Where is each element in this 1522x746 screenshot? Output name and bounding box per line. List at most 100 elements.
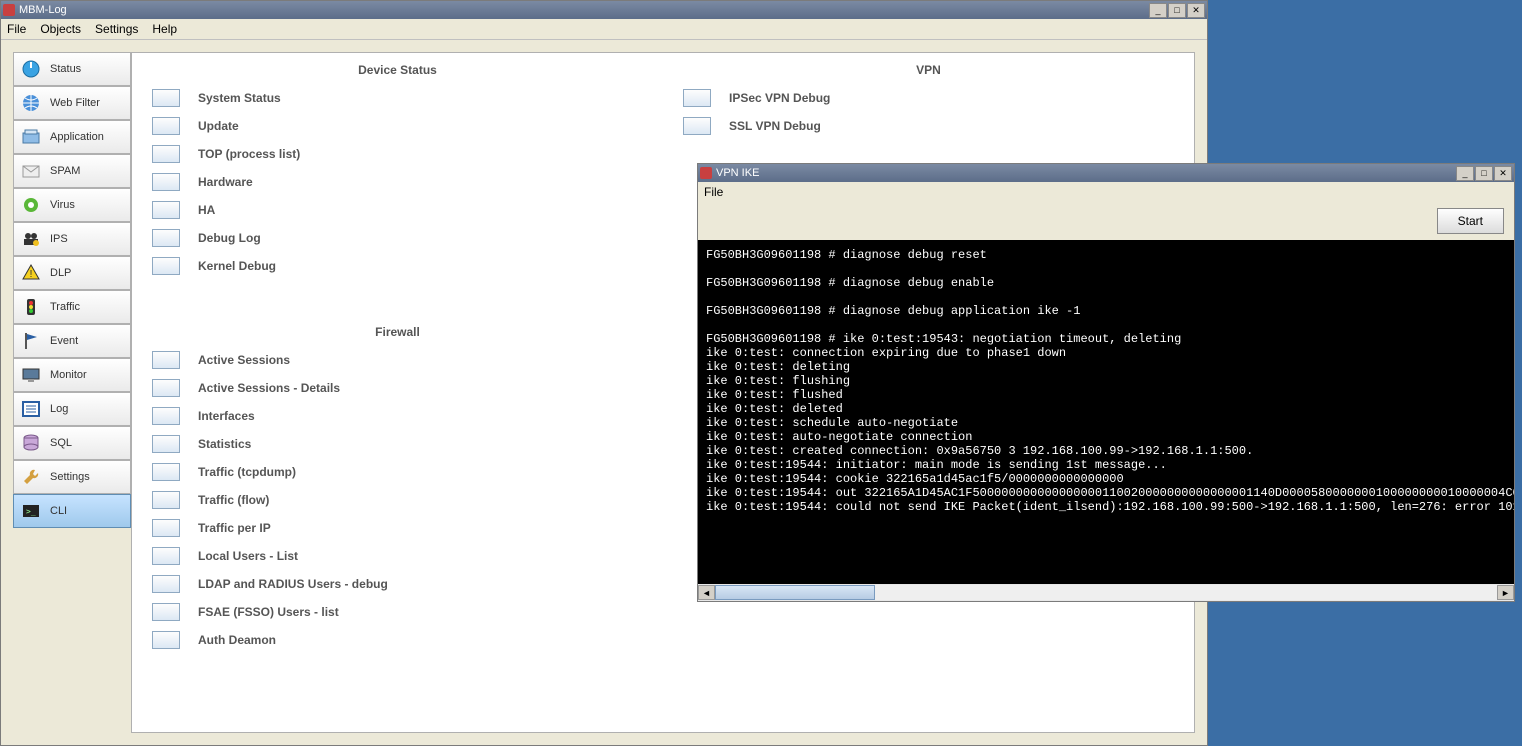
firewall-checkbox[interactable]: [152, 407, 180, 425]
sidebar-item-traffic[interactable]: Traffic: [13, 290, 131, 324]
device-status-checkbox[interactable]: [152, 117, 180, 135]
firewall-checkbox[interactable]: [152, 435, 180, 453]
sidebar-item-log[interactable]: Log: [13, 392, 131, 426]
vpn-checkbox[interactable]: [683, 89, 711, 107]
sidebar-item-settings[interactable]: Settings: [13, 460, 131, 494]
sidebar-item-status[interactable]: Status: [13, 52, 131, 86]
firewall-checkbox[interactable]: [152, 379, 180, 397]
firewall-checkbox[interactable]: [152, 575, 180, 593]
device-status-row: Kernel Debug: [152, 257, 643, 275]
firewall-label: FSAE (FSSO) Users - list: [198, 605, 339, 619]
vpn-titlebar[interactable]: VPN IKE _ □ ✕: [698, 164, 1514, 182]
device-status-label: HA: [198, 203, 215, 217]
sidebar-item-label: CLI: [50, 505, 67, 517]
firewall-row: Auth Deamon: [152, 631, 643, 649]
globe-icon: [20, 92, 42, 114]
scroll-track[interactable]: [715, 585, 1497, 600]
sidebar-item-virus[interactable]: Virus: [13, 188, 131, 222]
vpn-maximize-button[interactable]: □: [1475, 166, 1493, 181]
vpn-minimize-button[interactable]: _: [1456, 166, 1474, 181]
app-icon: [20, 126, 42, 148]
close-button[interactable]: ✕: [1187, 3, 1205, 18]
power-icon: [20, 58, 42, 80]
sidebar-item-event[interactable]: Event: [13, 324, 131, 358]
scroll-thumb[interactable]: [715, 585, 875, 600]
vpn-label: IPSec VPN Debug: [729, 91, 830, 105]
vpn-ike-window: VPN IKE _ □ ✕ File Start FG50BH3G0960119…: [697, 163, 1515, 602]
app-icon: [3, 4, 15, 16]
sidebar-item-monitor[interactable]: Monitor: [13, 358, 131, 392]
vpn-toolbar: Start: [698, 202, 1514, 240]
firewall-row: Interfaces: [152, 407, 643, 425]
vpn-row: IPSec VPN Debug: [683, 89, 1174, 107]
maximize-button[interactable]: □: [1168, 3, 1186, 18]
flag-icon: [20, 330, 42, 352]
device-status-row: HA: [152, 201, 643, 219]
firewall-row: Active Sessions: [152, 351, 643, 369]
vpn-close-button[interactable]: ✕: [1494, 166, 1512, 181]
firewall-checkbox[interactable]: [152, 463, 180, 481]
device-status-row: TOP (process list): [152, 145, 643, 163]
firewall-label: Traffic (flow): [198, 493, 269, 507]
firewall-label: Active Sessions - Details: [198, 381, 340, 395]
firewall-label: Interfaces: [198, 409, 255, 423]
horizontal-scrollbar[interactable]: ◄ ►: [698, 584, 1514, 601]
device-status-checkbox[interactable]: [152, 257, 180, 275]
menu-file[interactable]: File: [7, 22, 26, 36]
firewall-label: Auth Deamon: [198, 633, 276, 647]
gear-icon: [20, 194, 42, 216]
list-icon: [20, 398, 42, 420]
device-status-title: Device Status: [152, 63, 643, 77]
firewall-label: Traffic (tcpdump): [198, 465, 296, 479]
sidebar-item-label: SPAM: [50, 165, 80, 177]
start-button[interactable]: Start: [1437, 208, 1504, 234]
sidebar-item-label: Virus: [50, 199, 75, 211]
window-title: MBM-Log: [19, 4, 1144, 16]
sidebar-item-spam[interactable]: SPAM: [13, 154, 131, 188]
sidebar-item-dlp[interactable]: !DLP: [13, 256, 131, 290]
scroll-left-button[interactable]: ◄: [698, 585, 715, 600]
firewall-checkbox[interactable]: [152, 519, 180, 537]
envelope-icon: [20, 160, 42, 182]
sidebar-item-label: IPS: [50, 233, 68, 245]
sidebar-item-label: Event: [50, 335, 78, 347]
firewall-row: LDAP and RADIUS Users - debug: [152, 575, 643, 593]
scroll-right-button[interactable]: ►: [1497, 585, 1514, 600]
sidebar-item-label: DLP: [50, 267, 71, 279]
sidebar-item-web-filter[interactable]: Web Filter: [13, 86, 131, 120]
device-status-checkbox[interactable]: [152, 145, 180, 163]
firewall-checkbox[interactable]: [152, 603, 180, 621]
device-status-label: TOP (process list): [198, 147, 300, 161]
sidebar-item-sql[interactable]: SQL: [13, 426, 131, 460]
vpn-app-icon: [700, 167, 712, 179]
firewall-label: Traffic per IP: [198, 521, 271, 535]
device-status-checkbox[interactable]: [152, 201, 180, 219]
firewall-row: Traffic per IP: [152, 519, 643, 537]
terminal-output[interactable]: FG50BH3G09601198 # diagnose debug reset …: [698, 240, 1514, 584]
sidebar-item-cli[interactable]: >_CLI: [13, 494, 131, 528]
sidebar-item-label: Monitor: [50, 369, 87, 381]
vpn-menu-file[interactable]: File: [704, 185, 723, 199]
firewall-checkbox[interactable]: [152, 491, 180, 509]
vpn-checkbox[interactable]: [683, 117, 711, 135]
sidebar-item-application[interactable]: Application: [13, 120, 131, 154]
menu-help[interactable]: Help: [152, 22, 177, 36]
device-status-checkbox[interactable]: [152, 229, 180, 247]
device-status-label: Update: [198, 119, 239, 133]
firewall-checkbox[interactable]: [152, 351, 180, 369]
firewall-checkbox[interactable]: [152, 631, 180, 649]
device-status-checkbox[interactable]: [152, 173, 180, 191]
device-status-checkbox[interactable]: [152, 89, 180, 107]
firewall-row: Active Sessions - Details: [152, 379, 643, 397]
device-status-row: Update: [152, 117, 643, 135]
sidebar-item-ips[interactable]: IPS: [13, 222, 131, 256]
device-status-row: System Status: [152, 89, 643, 107]
device-status-row: Debug Log: [152, 229, 643, 247]
firewall-label: LDAP and RADIUS Users - debug: [198, 577, 388, 591]
main-titlebar[interactable]: MBM-Log _ □ ✕: [1, 1, 1207, 19]
minimize-button[interactable]: _: [1149, 3, 1167, 18]
device-status-row: Hardware: [152, 173, 643, 191]
menu-settings[interactable]: Settings: [95, 22, 138, 36]
firewall-checkbox[interactable]: [152, 547, 180, 565]
menu-objects[interactable]: Objects: [40, 22, 81, 36]
